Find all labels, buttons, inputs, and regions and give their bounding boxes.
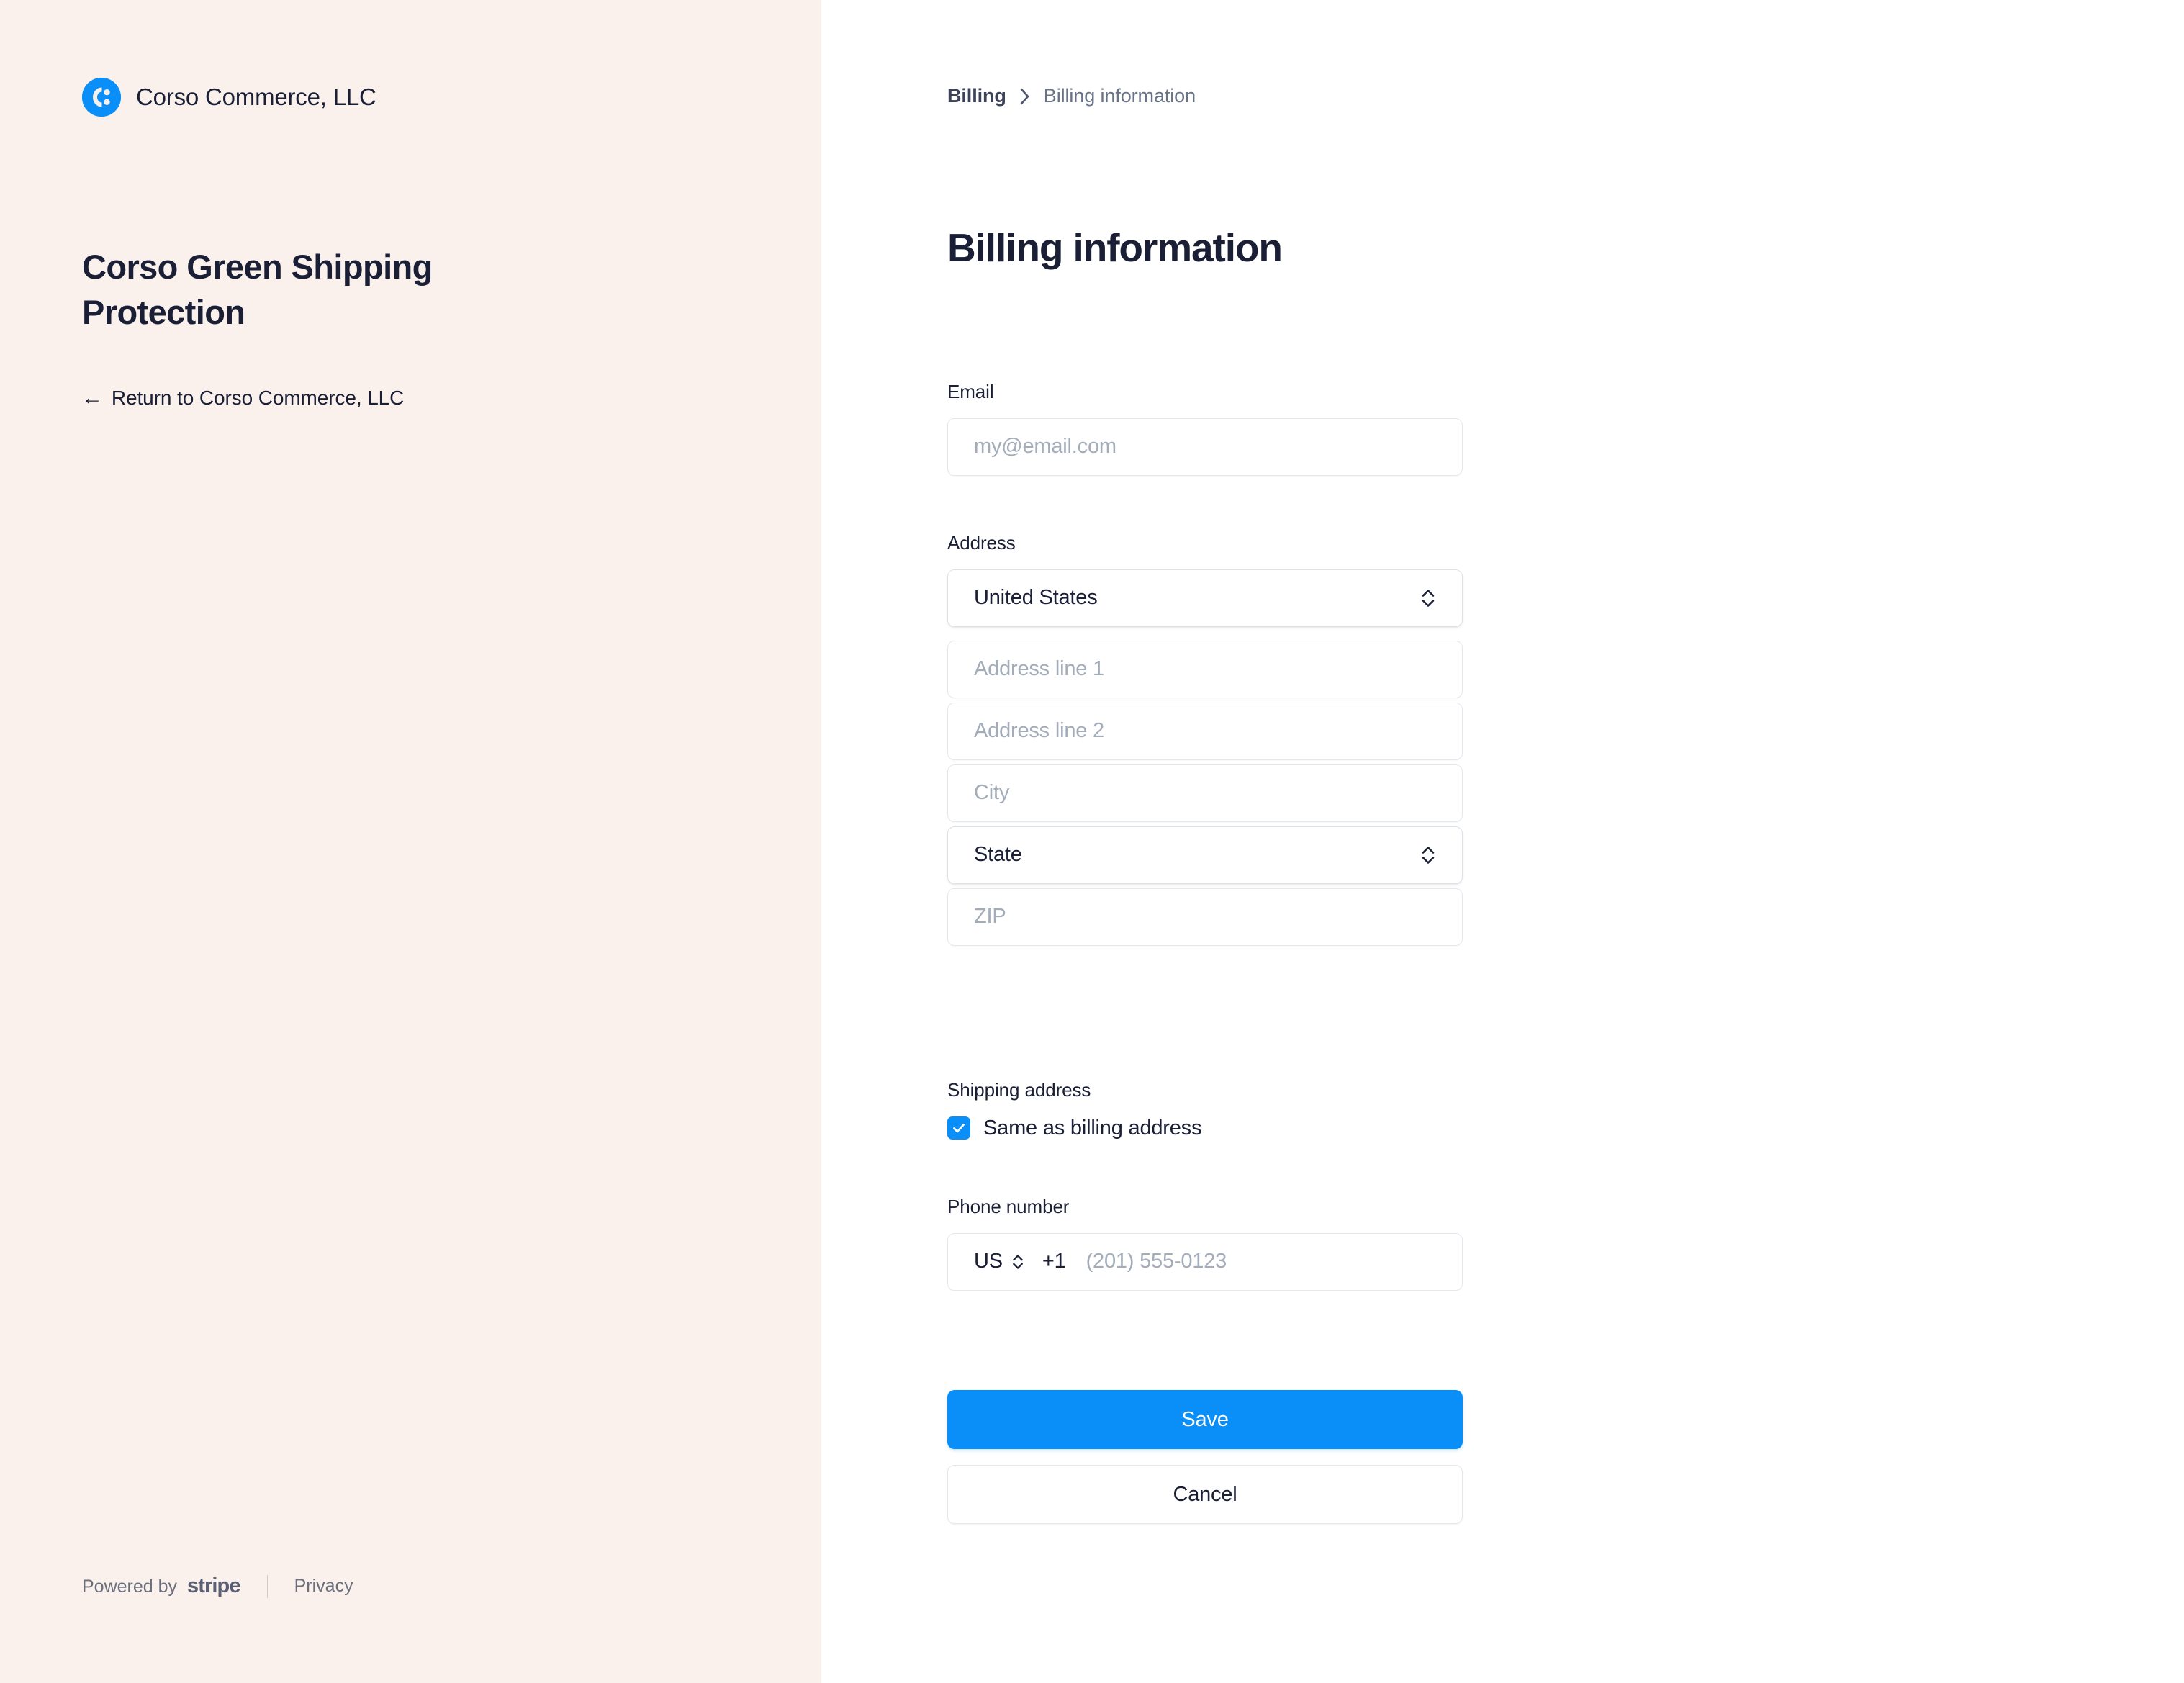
- brand-name: Corso Commerce, LLC: [136, 84, 376, 111]
- form-actions: Save Cancel: [947, 1390, 1463, 1524]
- return-to-merchant-link[interactable]: ← Return to Corso Commerce, LLC: [81, 384, 404, 412]
- email-input[interactable]: my@email.com: [947, 418, 1463, 476]
- phone-field-group: Phone number US +1 (201) 555-0123: [947, 1195, 1463, 1291]
- phone-label: Phone number: [947, 1196, 1070, 1217]
- city-input[interactable]: City: [947, 764, 1463, 822]
- powered-by-label: Powered by: [82, 1576, 178, 1597]
- chevron-up-down-icon: [1420, 587, 1436, 610]
- zip-input[interactable]: ZIP: [947, 888, 1463, 946]
- shipping-address-group: Shipping address Same as billing address: [947, 1078, 1463, 1140]
- address-line1-input[interactable]: Address line 1: [947, 640, 1463, 698]
- email-field-group: Email my@email.com: [947, 380, 1463, 476]
- checkmark-icon: [953, 1124, 965, 1133]
- sidebar-footer: Powered by stripe Privacy: [82, 1574, 353, 1598]
- same-as-billing-label: Same as billing address: [983, 1116, 1202, 1140]
- country-select[interactable]: United States: [947, 569, 1463, 627]
- state-select[interactable]: State: [947, 826, 1463, 884]
- phone-input-row[interactable]: US +1 (201) 555-0123: [947, 1232, 1463, 1291]
- privacy-link[interactable]: Privacy: [294, 1576, 353, 1597]
- footer-divider: [266, 1574, 268, 1598]
- address-fields-stack: Address line 1 Address line 2 City State: [947, 640, 1463, 946]
- stripe-wordmark: stripe: [187, 1574, 240, 1597]
- merchant-sidebar: Corso Commerce, LLC Corso Green Shipping…: [0, 0, 821, 1683]
- state-select-value: State: [974, 843, 1022, 867]
- zip-placeholder: ZIP: [974, 905, 1006, 929]
- corso-logo-icon: [82, 78, 121, 117]
- arrow-left-icon: ←: [81, 385, 103, 410]
- address-label: Address: [947, 532, 1016, 554]
- return-link-label: Return to Corso Commerce, LLC: [111, 387, 405, 409]
- breadcrumb-item-billing[interactable]: Billing: [947, 85, 1006, 107]
- chevron-up-down-icon: [1420, 844, 1436, 867]
- phone-dial-code: +1: [1042, 1250, 1066, 1273]
- phone-number-placeholder: (201) 555-0123: [1086, 1250, 1227, 1273]
- powered-by-stripe[interactable]: Powered by stripe: [82, 1574, 241, 1598]
- breadcrumb-item-current: Billing information: [1043, 85, 1196, 107]
- email-placeholder: my@email.com: [974, 435, 1116, 459]
- save-button[interactable]: Save: [947, 1390, 1463, 1449]
- address-line1-placeholder: Address line 1: [974, 657, 1104, 681]
- phone-country-select[interactable]: US: [974, 1250, 1027, 1273]
- address-field-group: Address United States Address line 1 Add…: [947, 531, 1463, 946]
- phone-country-code: US: [974, 1250, 1003, 1273]
- shipping-address-label: Shipping address: [947, 1079, 1091, 1101]
- breadcrumb: Billing Billing information: [947, 85, 1196, 107]
- address-line2-input[interactable]: Address line 2: [947, 702, 1463, 760]
- brand-header: Corso Commerce, LLC: [82, 78, 376, 117]
- email-label: Email: [947, 381, 994, 402]
- city-placeholder: City: [974, 781, 1010, 805]
- address-line2-placeholder: Address line 2: [974, 719, 1104, 743]
- chevron-right-icon: [1020, 88, 1030, 105]
- same-as-billing-checkbox[interactable]: [947, 1116, 970, 1140]
- billing-page: Corso Commerce, LLC Corso Green Shipping…: [0, 0, 2184, 1683]
- chevron-up-down-icon: [1011, 1252, 1027, 1272]
- billing-form-panel: Billing Billing information Billing info…: [821, 0, 2184, 1683]
- same-as-billing-checkbox-row[interactable]: Same as billing address: [947, 1116, 1463, 1140]
- cancel-button[interactable]: Cancel: [947, 1465, 1463, 1524]
- product-title: Corso Green Shipping Protection: [82, 248, 433, 331]
- page-title: Billing information: [947, 225, 1283, 270]
- country-select-value: United States: [974, 586, 1098, 610]
